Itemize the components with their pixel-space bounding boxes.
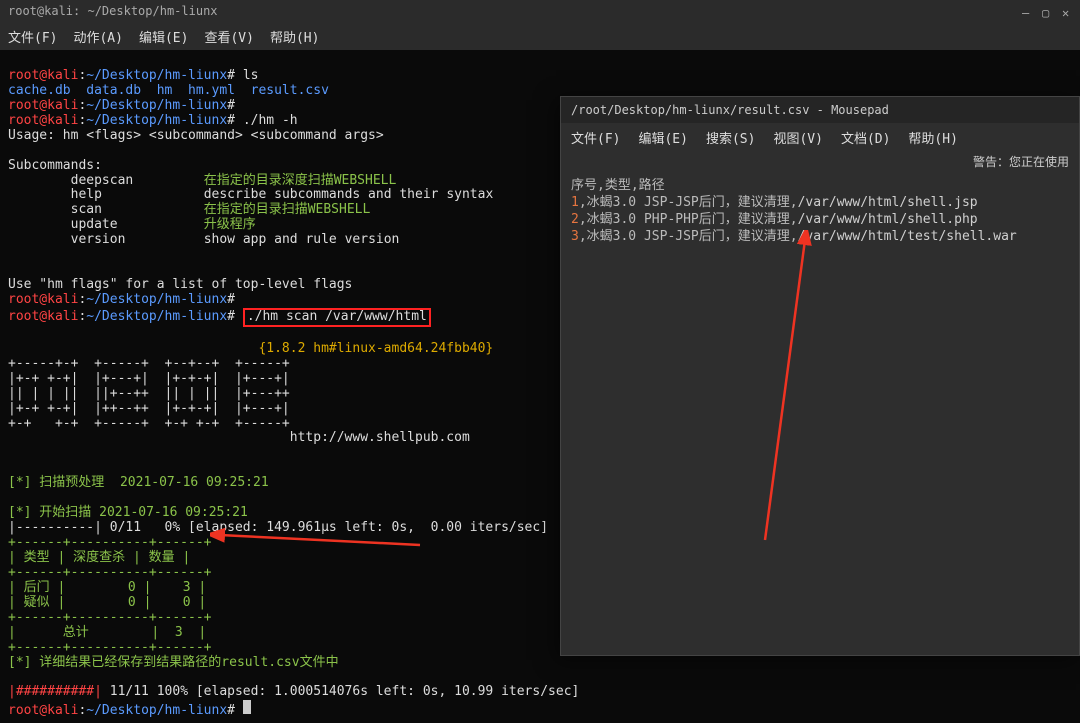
window-controls: – ▢ ✕: [1022, 6, 1072, 16]
cmd-ls: ls: [243, 68, 259, 83]
prescan-line: [*] 扫描预处理 2021-07-16 09:25:21: [8, 475, 269, 490]
maximize-icon[interactable]: ▢: [1042, 6, 1052, 16]
saved-line: [*] 详细结果已经保存到结果路径的result.csv文件中: [8, 655, 339, 670]
mp-menu-search[interactable]: 搜索(S): [706, 128, 755, 147]
mp-menu-file[interactable]: 文件(F): [571, 128, 620, 147]
csv-row: 2,冰蝎3.0 PHP-PHP后门，建议清理,/var/www/html/she…: [571, 212, 1069, 229]
table-row: | 后门 | 0 | 3 |: [8, 580, 206, 595]
csv-row: 3,冰蝎3.0 JSP-JSP后门，建议清理,/var/www/html/tes…: [571, 229, 1069, 246]
csv-row: 1,冰蝎3.0 JSP-JSP后门，建议清理,/var/www/html/she…: [571, 195, 1069, 212]
ls-output: cache.db data.db hm hm.yml result.csv: [8, 83, 329, 98]
subcommands-header: Subcommands:: [8, 158, 102, 173]
terminal-titlebar: root@kali: ~/Desktop/hm-liunx – ▢ ✕: [0, 0, 1080, 22]
mousepad-body[interactable]: 序号,类型,路径 1,冰蝎3.0 JSP-JSP后门，建议清理,/var/www…: [561, 172, 1079, 252]
ascii-art: +-----+-+ +-----+ +--+--+ +-----+: [8, 356, 290, 371]
minimize-icon[interactable]: –: [1022, 6, 1032, 16]
highlighted-cmd: ./hm scan /var/www/html: [243, 308, 431, 327]
startscan-line: [*] 开始扫描 2021-07-16 09:25:21: [8, 505, 248, 520]
close-icon[interactable]: ✕: [1062, 6, 1072, 16]
mousepad-title: /root/Desktop/hm-liunx/result.csv - Mous…: [571, 103, 889, 117]
flags-hint: Use "hm flags" for a list of top-level f…: [8, 277, 352, 292]
progress-0: |----------| 0/11 0% [elapsed: 149.961µs…: [8, 520, 548, 535]
menu-action[interactable]: 动作(A): [73, 27, 122, 46]
mp-menu-help[interactable]: 帮助(H): [908, 128, 957, 147]
cursor: [243, 700, 251, 714]
terminal-menubar: 文件(F) 动作(A) 编辑(E) 查看(V) 帮助(H): [0, 22, 1080, 50]
mousepad-window[interactable]: /root/Desktop/hm-liunx/result.csv - Mous…: [560, 96, 1080, 656]
cmd-hm-h: ./hm -h: [243, 113, 298, 128]
table-total: | 总计 | 3 |: [8, 625, 206, 640]
mp-menu-doc[interactable]: 文档(D): [841, 128, 890, 147]
menu-view[interactable]: 查看(V): [204, 27, 253, 46]
mp-menu-view[interactable]: 视图(V): [773, 128, 822, 147]
prompt-user: root@kali: [8, 68, 78, 83]
csv-header: 序号,类型,路径: [571, 178, 1069, 195]
mousepad-titlebar: /root/Desktop/hm-liunx/result.csv - Mous…: [561, 97, 1079, 123]
menu-help[interactable]: 帮助(H): [270, 27, 319, 46]
table-row: | 疑似 | 0 | 0 |: [8, 595, 206, 610]
mousepad-menubar: 文件(F) 编辑(E) 搜索(S) 视图(V) 文档(D) 帮助(H): [561, 123, 1079, 151]
version-line: {1.8.2 hm#linux-amd64.24fbb40}: [258, 341, 493, 356]
window-title: root@kali: ~/Desktop/hm-liunx: [8, 4, 218, 18]
mousepad-warning: 警告：您正在使用: [561, 151, 1079, 172]
usage-line: Usage: hm <flags> <subcommand> <subcomma…: [8, 128, 384, 143]
mp-menu-edit[interactable]: 编辑(E): [638, 128, 687, 147]
table-header: | 类型 | 深度查杀 | 数量 |: [8, 550, 190, 565]
url: http://www.shellpub.com: [290, 430, 470, 445]
menu-edit[interactable]: 编辑(E): [139, 27, 188, 46]
progress-full: |##########|: [8, 684, 102, 699]
menu-file[interactable]: 文件(F): [8, 27, 57, 46]
